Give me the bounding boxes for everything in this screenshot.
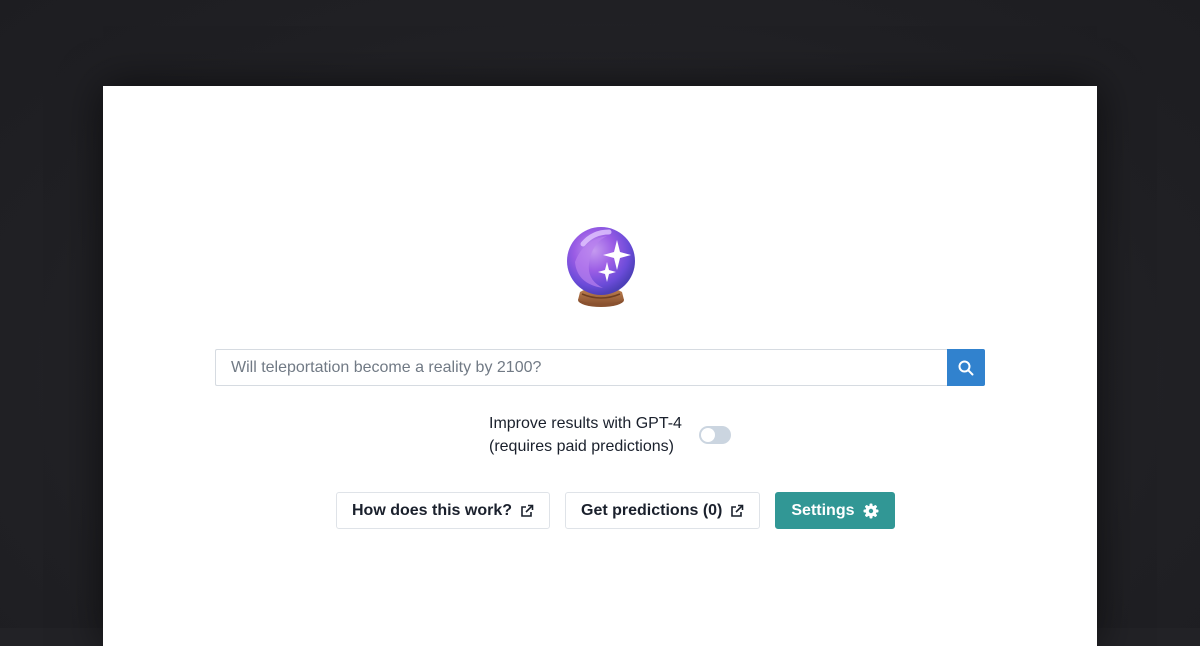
how-does-this-work-button[interactable]: How does this work? [336, 492, 551, 529]
search-button[interactable] [947, 349, 985, 386]
gpt4-label-line2: (requires paid predictions) [489, 438, 674, 455]
toggle-knob [700, 428, 715, 442]
action-buttons: How does this work? Get predictions (0) [336, 492, 895, 529]
search-input[interactable] [215, 349, 947, 386]
gpt4-option: Improve results with GPT-4 (requires pai… [489, 412, 731, 458]
how-button-label: How does this work? [352, 501, 513, 519]
crystal-ball-icon [563, 222, 639, 312]
search-icon [958, 360, 974, 376]
gear-icon [863, 503, 879, 519]
app-window: Improve results with GPT-4 (requires pai… [103, 86, 1097, 646]
get-predictions-button[interactable]: Get predictions (0) [565, 492, 761, 529]
gpt4-label: Improve results with GPT-4 (requires pai… [489, 412, 682, 458]
external-link-icon [730, 504, 744, 518]
search-bar [215, 349, 985, 386]
external-link-icon [520, 504, 534, 518]
gpt4-label-line1: Improve results with GPT-4 [489, 415, 682, 432]
predictions-button-label: Get predictions (0) [581, 501, 723, 519]
settings-button-label: Settings [791, 501, 855, 519]
gpt4-toggle[interactable] [698, 426, 731, 444]
settings-button[interactable]: Settings [775, 492, 895, 529]
